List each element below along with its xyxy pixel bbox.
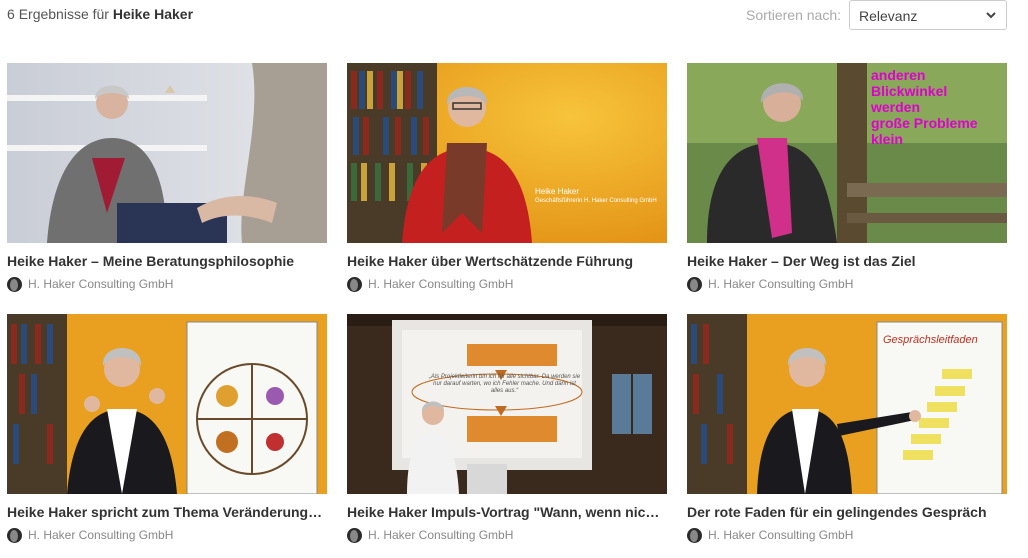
video-title[interactable]: Heike Haker spricht zum Thema Veränderun…: [7, 504, 327, 520]
channel-avatar: [687, 277, 702, 292]
channel-avatar: [7, 277, 22, 292]
channel-avatar: [7, 528, 22, 543]
channel-name[interactable]: H. Haker Consulting GmbH: [28, 277, 173, 291]
video-card[interactable]: Heike Haker spricht zum Thema Veränderun…: [7, 314, 327, 554]
video-card[interactable]: Heike Haker – Der Weg ist das Ziel H. Ha…: [687, 63, 1007, 303]
channel-name[interactable]: H. Haker Consulting GmbH: [708, 277, 853, 291]
video-title[interactable]: Der rote Faden für ein gelingendes Gespr…: [687, 504, 1007, 520]
channel-avatar: [347, 277, 362, 292]
channel-name[interactable]: H. Haker Consulting GmbH: [368, 528, 513, 542]
video-thumbnail[interactable]: [687, 63, 1007, 243]
video-thumbnail[interactable]: [687, 314, 1007, 494]
sort-select[interactable]: Relevanz: [849, 0, 1007, 30]
result-number: 6: [7, 6, 15, 22]
video-thumbnail[interactable]: [7, 314, 327, 494]
video-title[interactable]: Heike Haker Impuls-Vortrag "Wann, wenn n…: [347, 504, 667, 520]
sort-value: Relevanz: [859, 8, 918, 24]
result-prefix: Ergebnisse für: [18, 6, 109, 22]
video-thumbnail[interactable]: [347, 314, 667, 494]
channel-avatar: [347, 528, 362, 543]
channel-name[interactable]: H. Haker Consulting GmbH: [368, 277, 513, 291]
sort-label: Sortieren nach:: [746, 7, 841, 23]
channel-name[interactable]: H. Haker Consulting GmbH: [708, 528, 853, 542]
video-card[interactable]: Heike Haker Impuls-Vortrag "Wann, wenn n…: [347, 314, 667, 554]
search-query: Heike Haker: [112, 6, 194, 22]
results-header: 6 Ergebnisse für Heike Haker Sortieren n…: [7, 0, 1007, 32]
video-card[interactable]: Der rote Faden für ein gelingendes Gespr…: [687, 314, 1007, 554]
video-title[interactable]: Heike Haker – Der Weg ist das Ziel: [687, 253, 1007, 269]
video-thumbnail[interactable]: [347, 63, 667, 243]
video-thumbnail[interactable]: [7, 63, 327, 243]
results-count: 6 Ergebnisse für Heike Haker: [7, 6, 193, 22]
video-title[interactable]: Heike Haker – Meine Beratungsphilosophie: [7, 253, 327, 269]
video-card[interactable]: Heike Haker über Wertschätzende Führung …: [347, 63, 667, 303]
channel-name[interactable]: H. Haker Consulting GmbH: [28, 528, 173, 542]
chevron-down-icon: [986, 12, 996, 19]
video-title[interactable]: Heike Haker über Wertschätzende Führung: [347, 253, 667, 269]
channel-avatar: [687, 528, 702, 543]
video-card[interactable]: Heike Haker – Meine Beratungsphilosophie…: [7, 63, 327, 303]
